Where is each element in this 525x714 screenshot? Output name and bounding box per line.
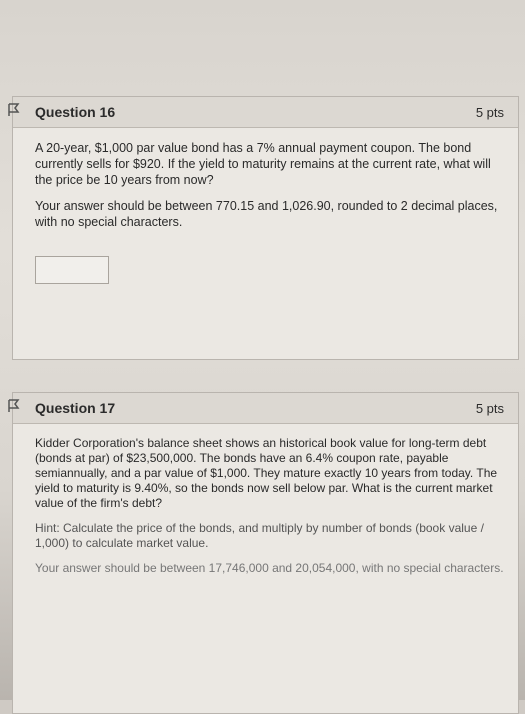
question-16-body: A 20-year, $1,000 par value bond has a 7… <box>13 128 518 284</box>
question-17-header: Question 17 5 pts <box>13 393 518 424</box>
quiz-page: Question 16 5 pts A 20-year, $1,000 par … <box>0 0 525 714</box>
question-16-header: Question 16 5 pts <box>13 97 518 128</box>
flag-question-icon[interactable] <box>7 399 21 413</box>
flag-question-icon[interactable] <box>7 103 21 117</box>
question-17-instruction: Your answer should be between 17,746,000… <box>35 561 504 575</box>
question-17-title: Question 17 <box>35 400 116 416</box>
question-16-answer-input[interactable] <box>35 256 109 284</box>
question-16-title: Question 16 <box>35 104 116 120</box>
question-16-text: A 20-year, $1,000 par value bond has a 7… <box>35 141 491 187</box>
question-17-points: 5 pts <box>475 400 504 416</box>
question-16-instruction: Your answer should be between 770.15 and… <box>35 199 498 229</box>
question-16-points: 5 pts <box>475 104 504 120</box>
question-16-card: Question 16 5 pts A 20-year, $1,000 par … <box>8 96 519 360</box>
question-17-body: Kidder Corporation's balance sheet shows… <box>13 424 518 576</box>
question-17-card: Question 17 5 pts Kidder Corporation's b… <box>8 392 519 714</box>
question-17-text: Kidder Corporation's balance sheet shows… <box>35 436 498 510</box>
question-17-hint: Hint: Calculate the price of the bonds, … <box>35 521 484 550</box>
